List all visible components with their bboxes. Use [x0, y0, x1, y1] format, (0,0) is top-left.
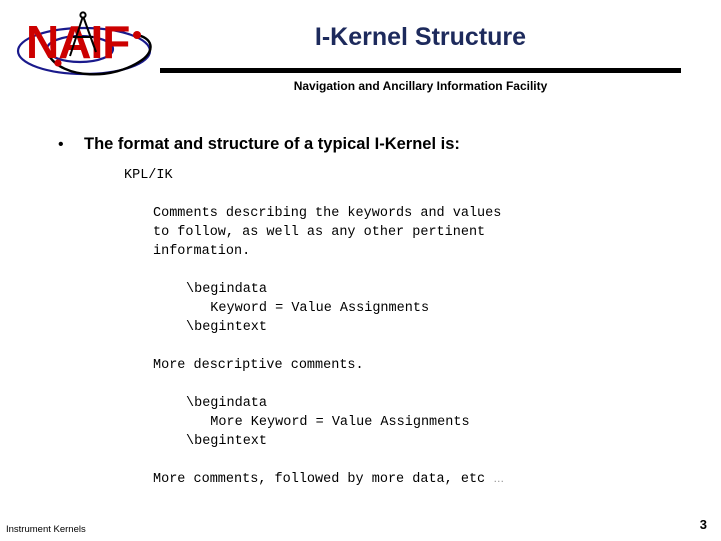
bullet-item-label: The format and structure of a typical I-… — [84, 135, 460, 153]
page-number: 3 — [699, 517, 707, 532]
trailing-ellipsis: … — [493, 473, 505, 485]
code-line: to follow, as well as any other pertinen… — [153, 225, 486, 240]
code-line: information. — [153, 244, 251, 259]
slide-header: NAIF I-Kernel Structure Navigation and A… — [0, 0, 721, 110]
page-title: I-Kernel Structure — [314, 23, 527, 51]
orbit-dot-right — [133, 31, 141, 39]
naif-wordmark: NAIF — [26, 16, 129, 68]
code-line: More Keyword = Value Assignments — [186, 415, 470, 430]
code-line: KPL/IK — [124, 168, 173, 183]
title-divider-rule — [160, 68, 681, 73]
code-line: \begindata — [186, 396, 268, 411]
code-line: Comments describing the keywords and val… — [153, 206, 502, 221]
naif-logo: NAIF — [10, 6, 170, 88]
code-line: \begindata — [186, 282, 268, 297]
title-block: I-Kernel Structure — [160, 22, 681, 52]
code-line: Keyword = Value Assignments — [186, 301, 430, 316]
organization-subtitle: Navigation and Ancillary Information Fac… — [293, 79, 548, 93]
kernel-code-listing: KPL/IK Comments describing the keywords a… — [0, 166, 721, 489]
slide-body: • The format and structure of a typical … — [0, 110, 721, 500]
code-line: More descriptive comments. — [153, 358, 364, 373]
footer-label: Instrument Kernels — [6, 524, 86, 535]
code-line: More comments, followed by more data, et… — [153, 472, 505, 487]
bullet-marker-icon: • — [58, 136, 64, 153]
code-line: \begintext — [186, 320, 268, 335]
code-line: \begintext — [186, 434, 268, 449]
slide-footer: Instrument Kernels 3 — [0, 500, 721, 541]
bullet-item: • The format and structure of a typical … — [58, 134, 460, 154]
orbit-dot-left — [54, 59, 62, 67]
